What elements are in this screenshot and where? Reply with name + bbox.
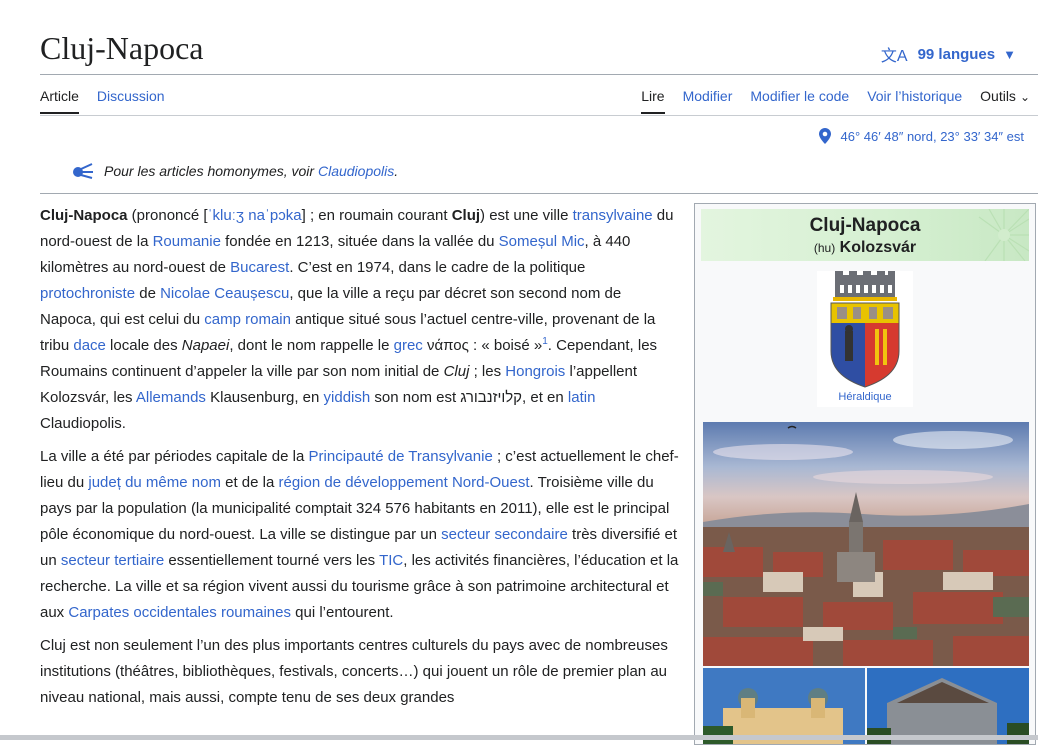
text: (prononcé [ (127, 207, 208, 224)
text: et de la (220, 474, 279, 491)
link-ceausescu[interactable]: Nicolae Ceaușescu (160, 285, 289, 302)
article-body: Cluj-Napoca (prononcé [ˈkluːʒ naˈpɔka] ;… (40, 203, 680, 718)
text: son nom est קלויזנבורג, et en (370, 389, 568, 406)
link-grec[interactable]: grec (394, 337, 423, 354)
lang-code: (hu) (813, 241, 836, 255)
link-carpates[interactable]: Carpates occidentales roumaines (68, 604, 291, 621)
sunburst-decoration (978, 209, 1029, 261)
coordinates-text: 46° 46′ 48″ nord, 23° 33′ 34″ est (840, 128, 1025, 144)
link-judet[interactable]: județ du même nom (88, 474, 221, 491)
disambiguation-icon (73, 163, 93, 179)
link-yiddish[interactable]: yiddish (324, 389, 371, 406)
translate-icon: 文A (880, 48, 908, 65)
text: ) est une ville (480, 207, 573, 224)
bold-cluj: Cluj (451, 207, 481, 224)
link-dace[interactable]: dace (73, 337, 106, 354)
italic-napaei: Napaei (181, 337, 230, 354)
hatnote-prefix: Pour les articles homonymes, voir (104, 163, 315, 179)
link-secteur-tertiaire[interactable]: secteur tertiaire (61, 552, 164, 569)
link-hongrois[interactable]: Hongrois (505, 363, 565, 380)
paragraph-intro: Cluj-Napoca (prononcé [ˈkluːʒ naˈpɔka] ;… (40, 203, 680, 437)
link-somesul-mic[interactable]: Someșul Mic (499, 233, 585, 250)
opera-house-image[interactable] (703, 668, 865, 745)
page-title: Cluj-Napoca (40, 30, 204, 66)
window-bottom-edge (0, 735, 1038, 740)
text: . C’est en 1974, dans le cadre de la pol… (289, 259, 586, 276)
hatnote-divider (40, 193, 1038, 194)
hungarian-name: Kolozsvár (839, 239, 917, 256)
tab-history[interactable]: Voir l’historique (867, 88, 962, 112)
tab-edit-source[interactable]: Modifier le code (750, 88, 849, 112)
link-camp-romain[interactable]: camp romain (204, 311, 291, 328)
text: Cluj est non seulement l’un des plus imp… (40, 637, 668, 706)
text: de (135, 285, 161, 302)
link-tic[interactable]: TIC (379, 552, 403, 569)
map-pin-icon (818, 128, 831, 144)
tabs-divider (40, 115, 1038, 116)
tab-edit[interactable]: Modifier (683, 88, 733, 112)
link-latin[interactable]: latin (568, 389, 596, 406)
italic-cluj: Cluj (443, 363, 470, 380)
tab-discussion[interactable]: Discussion (97, 88, 165, 114)
link-allemands[interactable]: Allemands (136, 389, 206, 406)
infobox-header: Cluj-Napoca (hu) Kolozsvár (701, 209, 1029, 261)
languages-button[interactable]: 文A 99 langues ▼ (881, 42, 1016, 66)
disambiguation-note: Pour les articles homonymes, voir Claudi… (72, 163, 398, 179)
text: , dont le nom rappelle le (229, 337, 394, 354)
ipa-link[interactable]: ˈkluːʒ naˈpɔka (208, 207, 302, 224)
paragraph-history: La ville a été par périodes capitale de … (40, 444, 680, 626)
link-roumanie[interactable]: Roumanie (153, 233, 221, 250)
text: essentiellement tourné vers les (164, 552, 380, 569)
link-secteur-secondaire[interactable]: secteur secondaire (441, 526, 568, 543)
link-bucarest[interactable]: Bucarest (230, 259, 289, 276)
coordinates[interactable]: 46° 46′ 48″ nord, 23° 33′ 34″ est (818, 128, 1025, 144)
view-tabs: Lire Modifier Modifier le code Voir l’hi… (623, 88, 1030, 114)
text: qui l’entourent. (290, 604, 394, 621)
link-region-nord-ouest[interactable]: région de développement Nord-Ouest (279, 474, 530, 491)
text: ; les (469, 363, 506, 380)
tools-menu[interactable]: Outils ⌄ (980, 88, 1030, 112)
tools-label: Outils (980, 88, 1016, 104)
text: Klausenburg, en (205, 389, 324, 406)
hatnote-link[interactable]: Claudiopolis (318, 163, 394, 179)
tower-image[interactable] (867, 668, 1029, 745)
text: fondée en 1213, située dans la vallée du (220, 233, 499, 250)
coat-of-arms[interactable]: Héraldique (817, 271, 913, 407)
languages-label: 99 langues (917, 45, 996, 63)
title-divider (40, 74, 1038, 75)
paragraph-culture: Cluj est non seulement l’un des plus imp… (40, 633, 680, 711)
text: locale des (105, 337, 182, 354)
text: νάπος : « boisé » (422, 337, 543, 354)
link-principaute[interactable]: Principauté de Transylvanie (309, 448, 493, 465)
bold-title: Cluj-Napoca (40, 207, 128, 224)
hatnote-suffix: . (394, 163, 399, 179)
chevron-down-icon: ⌄ (1019, 90, 1030, 104)
link-protochroniste[interactable]: protochroniste (40, 285, 135, 302)
infobox: Cluj-Napoca (hu) Kolozsvár Héraldique (694, 203, 1036, 745)
text: La ville a été par périodes capitale de … (40, 448, 309, 465)
text: ] ; en roumain courant (301, 207, 452, 224)
text: Claudiopolis. (40, 415, 126, 432)
coat-of-arms-icon (830, 271, 900, 388)
city-panorama-image[interactable] (703, 422, 1029, 666)
link-transylvaine[interactable]: transylvaine (573, 207, 653, 224)
tab-article[interactable]: Article (40, 88, 79, 114)
namespace-tabs: Article Discussion (40, 88, 183, 114)
chevron-down-icon: ▼ (1003, 46, 1016, 62)
arms-caption[interactable]: Héraldique (817, 391, 913, 403)
tab-read[interactable]: Lire (641, 88, 665, 114)
